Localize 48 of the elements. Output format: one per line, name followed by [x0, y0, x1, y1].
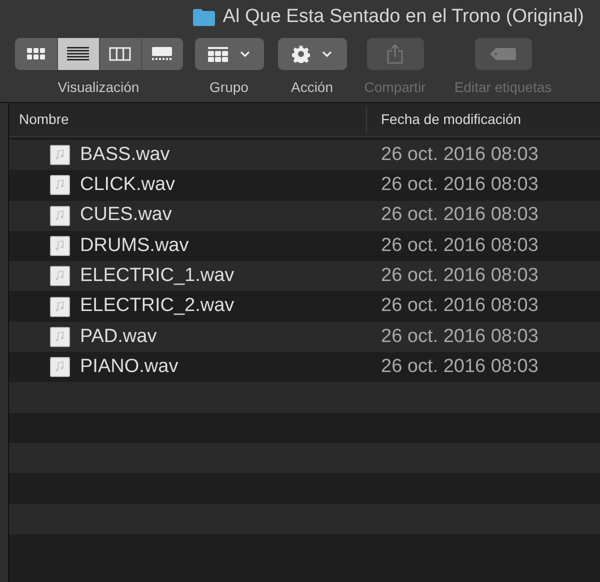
list-icon	[67, 47, 89, 61]
file-name[interactable]: CLICK.wav	[80, 171, 176, 200]
audio-file-icon	[50, 206, 70, 226]
modified-date: 26 oct. 2016 08:03	[380, 234, 538, 258]
toolbar-label: Acción	[290, 78, 334, 97]
file-name[interactable]: CUES.wav	[80, 201, 172, 230]
file-name[interactable]: PIANO.wav	[80, 352, 178, 382]
audio-file-icon	[50, 145, 70, 166]
audio-file-icon	[50, 326, 70, 347]
file-name[interactable]: PAD.wav	[80, 322, 157, 352]
modified-date: 26 oct. 2016 08:03	[380, 294, 538, 318]
column-header[interactable]: Fecha de modificación	[367, 109, 522, 130]
file-name[interactable]: DRUMS.wav	[80, 232, 189, 260]
file-name[interactable]: ELECTRIC_1.wav	[80, 262, 234, 291]
toolbar-label: Grupo	[210, 78, 248, 97]
gear-icon	[292, 45, 310, 63]
toolbar-label: Visualización	[58, 78, 140, 97]
gallery-icon	[151, 47, 173, 61]
window-title: Al Que Esta Sentado en el Trono (Original)	[222, 4, 584, 29]
column-header[interactable]: Nombre	[9, 109, 366, 130]
share-icon	[387, 44, 403, 64]
tag-icon	[490, 48, 516, 60]
file-name[interactable]: ELECTRIC_2.wav	[80, 292, 234, 321]
audio-file-icon	[50, 296, 70, 317]
modified-date: 26 oct. 2016 08:03	[380, 354, 538, 379]
modified-date: 26 oct. 2016 08:03	[380, 203, 538, 228]
columns-icon	[109, 47, 131, 61]
folder-icon	[192, 8, 215, 26]
group-button[interactable]	[194, 38, 264, 70]
grid-icon	[208, 46, 228, 62]
modified-date: 26 oct. 2016 08:03	[380, 142, 538, 167]
audio-file-icon	[50, 357, 70, 378]
modified-date: 26 oct. 2016 08:03	[380, 264, 538, 288]
modified-date: 26 oct. 2016 08:03	[380, 324, 538, 349]
modified-date: 26 oct. 2016 08:03	[380, 173, 538, 198]
chevron-down-icon	[322, 51, 332, 57]
toolbar-label: Compartir	[364, 78, 426, 97]
toolbar-label: Editar etiquetas	[454, 78, 552, 97]
view-mode-button[interactable]	[56, 38, 98, 70]
audio-file-icon	[50, 175, 70, 196]
view-mode-button[interactable]	[140, 38, 182, 70]
audio-file-icon	[50, 236, 70, 256]
action-button[interactable]	[278, 38, 346, 70]
chevron-down-icon	[240, 51, 250, 57]
grid-icon	[26, 48, 44, 60]
file-name[interactable]: BASS.wav	[80, 140, 170, 170]
audio-file-icon	[50, 266, 70, 286]
view-mode-control[interactable]	[14, 38, 182, 70]
